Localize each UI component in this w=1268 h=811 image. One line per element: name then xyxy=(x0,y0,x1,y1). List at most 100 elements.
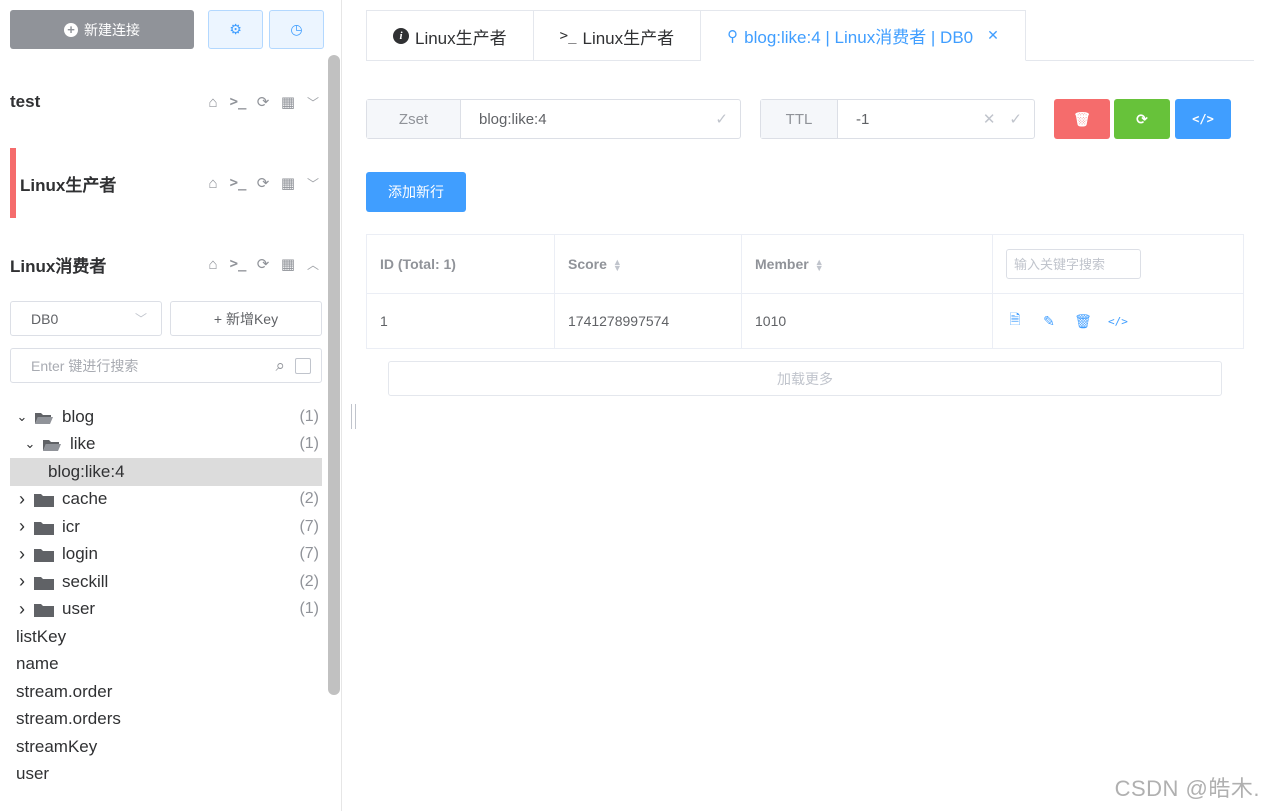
chevron-right-icon[interactable]: › xyxy=(14,599,30,620)
db-select[interactable]: DB0 ﹀ xyxy=(10,301,162,336)
tree-item-label: user xyxy=(62,599,96,619)
check-icon[interactable]: ✓ xyxy=(1009,110,1022,128)
cell-member: 1010 xyxy=(741,293,993,349)
home-icon[interactable]: ⌂ xyxy=(204,175,222,192)
plus-circle-icon: + xyxy=(64,22,78,37)
chevron-up-icon[interactable]: ︿ xyxy=(304,256,322,273)
tree-key[interactable]: stream.orders xyxy=(10,706,322,734)
terminal-icon[interactable]: >_ xyxy=(229,256,247,272)
main-panel: i Linux生产者 >_ Linux生产者 ⚲ blog:like:4 | L… xyxy=(366,0,1254,811)
chevron-down-icon[interactable]: ⌄ xyxy=(14,409,30,425)
grid-icon[interactable]: ▦ xyxy=(279,174,297,192)
table-row: 1 1741278997574 1010 🗎︎ ✎ 🗑︎ </> xyxy=(366,293,1244,349)
tree-folder[interactable]: › login (7) xyxy=(10,541,322,569)
clear-icon[interactable]: ✕ xyxy=(983,110,996,128)
chevron-right-icon[interactable]: › xyxy=(14,544,30,565)
ttl-label: TTL xyxy=(761,100,838,138)
key-name-input[interactable]: blog:like:4 xyxy=(461,100,715,138)
connection-item-test[interactable]: test ⌂ >_ ⟳ ▦ ﹀ xyxy=(10,84,322,120)
tree-item-count: (7) xyxy=(299,545,319,563)
settings-button[interactable]: ⚙ xyxy=(208,10,263,49)
tree-key[interactable]: stream.order xyxy=(10,678,322,706)
table-search-input[interactable] xyxy=(1006,249,1141,279)
chevron-right-icon[interactable]: › xyxy=(14,489,30,510)
tree-folder[interactable]: › cache (2) xyxy=(10,486,322,514)
chevron-right-icon[interactable]: › xyxy=(14,571,30,592)
folder-open-icon xyxy=(42,437,62,452)
ttl-input[interactable]: -1 xyxy=(838,100,983,138)
tab-linux-producer-status[interactable]: i Linux生产者 xyxy=(366,10,534,61)
tab-label: Linux生产者 xyxy=(415,28,507,48)
sidebar-scrollbar[interactable] xyxy=(328,55,340,695)
sidebar: + 新建连接 ⚙ ◷ test ⌂ >_ ⟳ ▦ ﹀ Linux生产者 ⌂ >_… xyxy=(0,0,342,811)
load-more-button[interactable]: 加载更多 xyxy=(388,361,1222,396)
column-header-member[interactable]: Member ▲ ▼ xyxy=(741,234,993,294)
trash-icon[interactable]: 🗑︎ xyxy=(1074,313,1092,330)
chevron-down-icon[interactable]: ﹀ xyxy=(304,175,322,192)
chevron-right-icon[interactable]: › xyxy=(14,516,30,537)
add-key-button[interactable]: + 新增Key xyxy=(170,301,322,336)
tree-item-label: streamKey xyxy=(16,736,98,756)
key-search-input[interactable] xyxy=(31,357,276,374)
refresh-icon[interactable]: ⟳ xyxy=(254,174,272,192)
key-tree: ⌄ blog (1) ⌄ like (1) blog:like:4 › cache (2) › icr… xyxy=(10,403,322,788)
search-icon[interactable]: ⌕ xyxy=(275,356,285,376)
connection-item-linux-producer[interactable]: Linux生产者 ⌂ >_ ⟳ ▦ ﹀ xyxy=(10,148,322,218)
column-header-search xyxy=(992,234,1244,294)
home-icon[interactable]: ⌂ xyxy=(204,94,222,111)
folder-open-icon xyxy=(34,410,54,424)
key-search-box: ⌕ xyxy=(10,348,322,383)
folder-icon xyxy=(34,602,54,618)
add-key-label: + 新增Key xyxy=(213,310,279,327)
load-more-label: 加载更多 xyxy=(777,370,833,387)
chevron-down-icon[interactable]: ﹀ xyxy=(304,94,322,111)
refresh-key-button[interactable]: ⟳ xyxy=(1114,99,1170,139)
tree-folder[interactable]: ⌄ blog (1) xyxy=(10,403,322,431)
home-icon[interactable]: ⌂ xyxy=(204,256,222,273)
tree-folder[interactable]: › user (1) xyxy=(10,596,322,624)
tree-item-count: (1) xyxy=(299,407,319,425)
tree-folder[interactable]: › icr (7) xyxy=(10,513,322,541)
tab-linux-producer-cli[interactable]: >_ Linux生产者 xyxy=(533,10,702,61)
terminal-icon[interactable]: >_ xyxy=(229,94,247,110)
grid-icon[interactable]: ▦ xyxy=(279,255,297,273)
dump-command-button[interactable]: </> xyxy=(1175,99,1231,139)
chevron-down-icon[interactable]: ⌄ xyxy=(22,436,38,452)
connection-item-linux-consumer[interactable]: Linux消费者 ⌂ >_ ⟳ ▦ ︿ xyxy=(10,246,322,282)
column-header-score[interactable]: Score ▲ ▼ xyxy=(554,234,742,294)
tree-key[interactable]: blog:like:4 xyxy=(10,458,322,486)
add-row-button[interactable]: 添加新行 xyxy=(366,172,466,212)
tab-label: Linux生产者 xyxy=(582,28,675,48)
tree-folder[interactable]: › seckill (2) xyxy=(10,568,322,596)
tree-item-label: stream.order xyxy=(16,681,113,701)
tree-folder[interactable]: ⌄ like (1) xyxy=(10,431,322,459)
tab-key-detail[interactable]: ⚲ blog:like:4 | Linux消费者 | DB0 ✕ xyxy=(701,10,1026,61)
view-document-icon[interactable]: 🗎︎ xyxy=(1006,309,1024,333)
chevron-down-icon: ﹀ xyxy=(134,312,147,326)
sort-icon[interactable]: ▲ ▼ xyxy=(613,258,622,273)
code-icon: </> xyxy=(1192,112,1214,126)
tree-item-label: blog:like:4 xyxy=(48,461,125,481)
tree-item-count: (1) xyxy=(299,435,319,453)
tree-key[interactable]: user xyxy=(10,761,322,789)
grid-icon[interactable]: ▦ xyxy=(279,93,297,111)
delete-key-button[interactable]: 🗑︎ xyxy=(1054,99,1110,139)
edit-icon[interactable]: ✎ xyxy=(1040,313,1058,330)
check-icon[interactable]: ✓ xyxy=(715,110,728,128)
folder-icon xyxy=(34,520,54,535)
tree-item-label: name xyxy=(16,654,59,674)
new-connection-button[interactable]: + 新建连接 xyxy=(10,10,194,49)
history-button[interactable]: ◷ xyxy=(269,10,324,49)
refresh-icon[interactable]: ⟳ xyxy=(254,93,272,111)
tree-key[interactable]: name xyxy=(10,651,322,679)
close-icon[interactable]: ✕ xyxy=(987,27,999,44)
tree-key[interactable]: listKey xyxy=(10,623,322,651)
terminal-icon[interactable]: >_ xyxy=(229,175,247,191)
refresh-icon[interactable]: ⟳ xyxy=(254,255,272,273)
cell-score: 1741278997574 xyxy=(554,293,742,349)
tree-key[interactable]: streamKey xyxy=(10,733,322,761)
sort-icon[interactable]: ▲ ▼ xyxy=(815,258,824,273)
code-icon[interactable]: </> xyxy=(1108,315,1128,328)
panel-resize-handle[interactable] xyxy=(351,404,356,429)
exact-search-checkbox[interactable] xyxy=(295,357,311,374)
